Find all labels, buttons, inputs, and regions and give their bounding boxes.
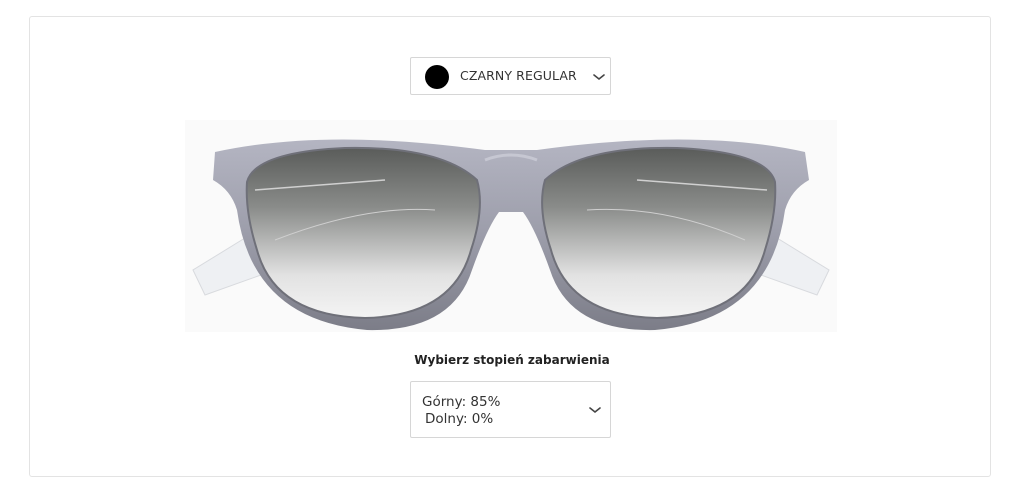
tint-lower-value: Dolny: 0% [425,411,494,427]
sunglasses-image [185,120,837,332]
frame-color-dropdown[interactable]: CZARNY REGULAR [410,57,611,95]
color-swatch [425,65,449,89]
chevron-down-icon [593,74,605,81]
color-label: CZARNY REGULAR [460,68,577,83]
tint-level-dropdown[interactable]: Górny: 85% Dolny: 0% [410,381,611,438]
tint-upper-value: Górny: 85% [422,394,501,410]
chevron-down-icon [589,407,601,414]
tint-heading: Wybierz stopień zabarwienia [414,353,610,367]
